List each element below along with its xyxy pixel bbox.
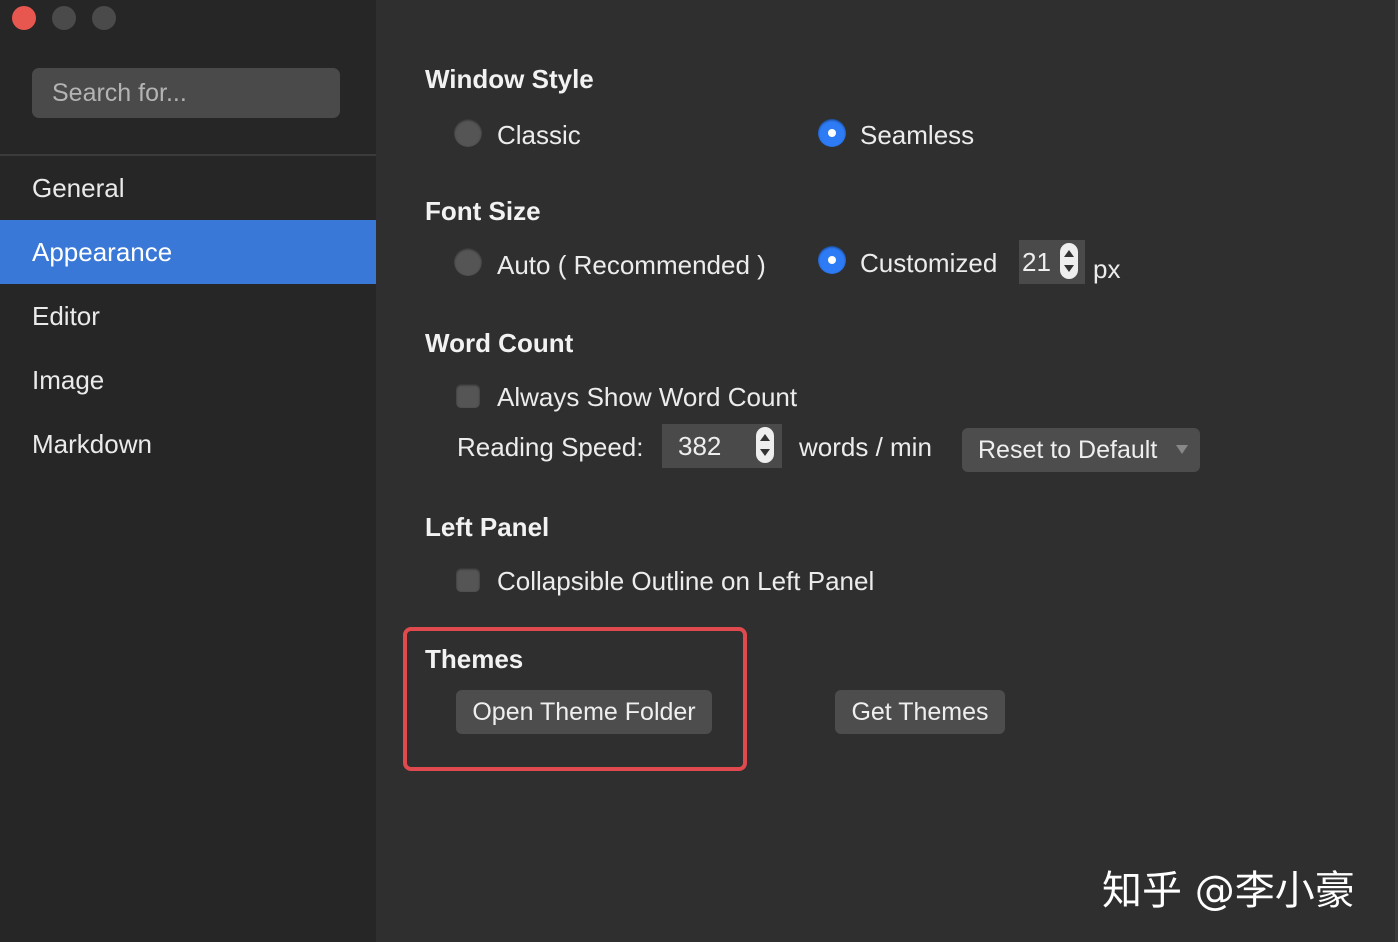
sidebar-item-editor[interactable]: Editor	[0, 284, 376, 348]
font-size-unit: px	[1093, 254, 1121, 284]
preferences-window: General Appearance Editor Image Markdown…	[0, 0, 1398, 942]
sidebar-item-markdown[interactable]: Markdown	[0, 412, 376, 476]
sidebar-item-image[interactable]: Image	[0, 348, 376, 412]
chevron-down-icon[interactable]	[1176, 445, 1188, 454]
search-input[interactable]	[52, 78, 340, 108]
stepper-down-icon[interactable]	[1064, 265, 1074, 272]
open-theme-folder-button[interactable]: Open Theme Folder	[456, 690, 712, 734]
stepper-down-icon[interactable]	[760, 449, 770, 456]
window-style-heading: Window Style	[425, 64, 594, 94]
themes-heading: Themes	[425, 644, 524, 674]
always-show-word-count-label[interactable]: Always Show Word Count	[497, 382, 797, 413]
zoom-window-button[interactable]	[92, 6, 116, 30]
window-style-classic-radio[interactable]	[454, 119, 482, 147]
reading-speed-label: Reading Speed:	[457, 432, 644, 462]
sidebar: General Appearance Editor Image Markdown	[0, 0, 376, 942]
reset-to-default-label[interactable]: Reset to Default	[978, 436, 1157, 465]
font-size-customized-label[interactable]: Customized	[860, 248, 997, 279]
reading-speed-value[interactable]: 382	[678, 431, 721, 462]
search-field[interactable]	[32, 68, 340, 118]
sidebar-item-appearance[interactable]: Appearance	[0, 220, 376, 284]
window-style-seamless-radio[interactable]	[818, 119, 846, 147]
font-size-auto-label[interactable]: Auto ( Recommended )	[497, 250, 766, 281]
sidebar-item-general[interactable]: General	[0, 156, 376, 220]
reading-speed-unit: words / min	[799, 432, 932, 462]
collapsible-outline-label[interactable]: Collapsible Outline on Left Panel	[497, 566, 874, 597]
stepper-up-icon[interactable]	[1064, 250, 1074, 257]
font-size-value[interactable]: 21	[1022, 247, 1051, 278]
window-style-seamless-label[interactable]: Seamless	[860, 120, 974, 151]
font-size-auto-radio[interactable]	[454, 248, 482, 276]
font-size-heading: Font Size	[425, 196, 541, 226]
word-count-heading: Word Count	[425, 328, 574, 358]
sidebar-nav: General Appearance Editor Image Markdown	[0, 156, 376, 476]
get-themes-button[interactable]: Get Themes	[835, 690, 1005, 734]
watermark-text: 知乎 @李小豪	[1102, 868, 1355, 914]
left-panel-heading: Left Panel	[425, 512, 550, 542]
open-theme-folder-label[interactable]: Open Theme Folder	[472, 698, 695, 727]
minimize-window-button[interactable]	[52, 6, 76, 30]
always-show-word-count-checkbox[interactable]	[456, 384, 480, 408]
stepper-up-icon[interactable]	[760, 434, 770, 441]
collapsible-outline-checkbox[interactable]	[456, 568, 480, 592]
reading-speed-stepper[interactable]	[756, 427, 774, 463]
reset-to-default-dropdown[interactable]: Reset to Default	[962, 428, 1200, 472]
window-controls	[12, 6, 116, 30]
font-size-customized-radio[interactable]	[818, 246, 846, 274]
font-size-stepper[interactable]	[1060, 243, 1078, 279]
close-window-button[interactable]	[12, 6, 36, 30]
window-style-classic-label[interactable]: Classic	[497, 120, 581, 151]
get-themes-label[interactable]: Get Themes	[851, 698, 988, 727]
